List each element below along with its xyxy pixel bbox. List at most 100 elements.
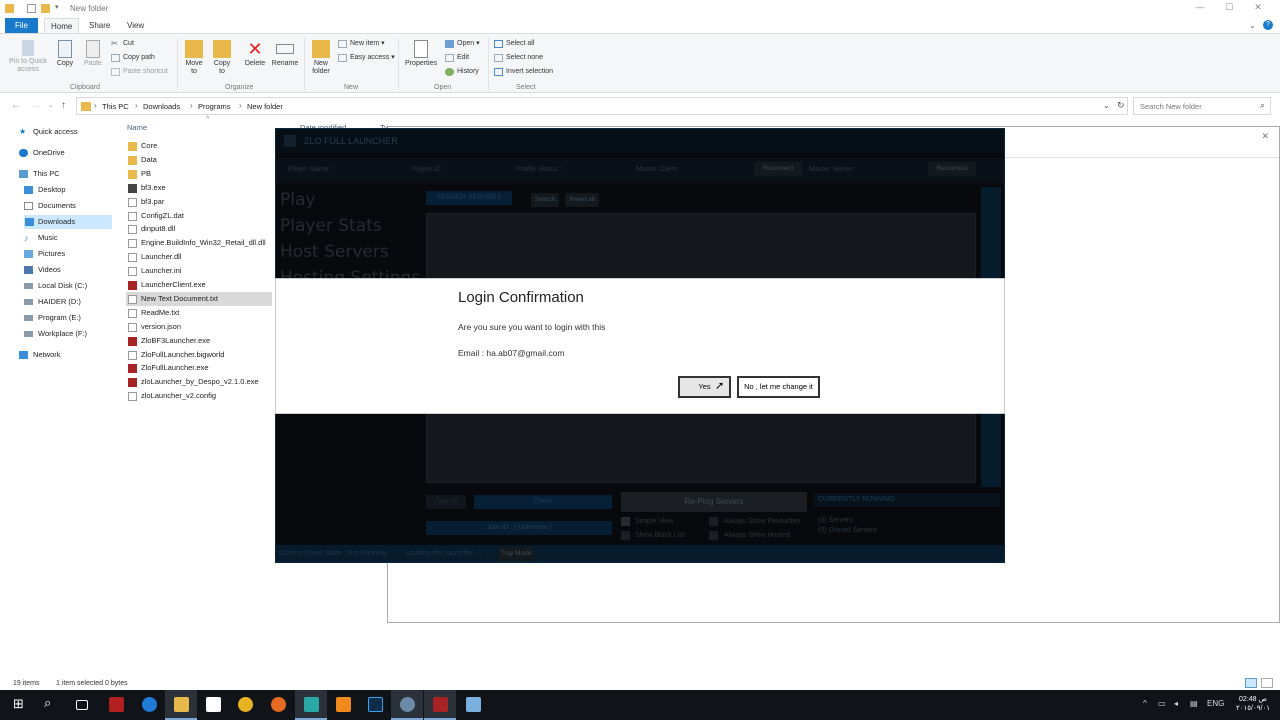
file-row[interactable]: bf3.par bbox=[126, 195, 272, 209]
easy-access-button[interactable]: Easy access ▾ bbox=[338, 52, 395, 63]
properties-button[interactable]: Properties bbox=[402, 40, 440, 68]
copy-button[interactable]: Copy bbox=[52, 40, 78, 68]
search-taskbar-button[interactable]: ⌕ bbox=[35, 690, 67, 720]
tray-overflow-icon[interactable]: ^ bbox=[1143, 699, 1147, 708]
file-row[interactable]: New Text Document.txt bbox=[126, 291, 272, 306]
select-none-button[interactable]: Select none bbox=[494, 52, 543, 63]
history-button[interactable]: History bbox=[445, 66, 479, 77]
rename-button[interactable]: Rename bbox=[270, 40, 300, 68]
nav-quick-access[interactable]: ★ Quick access bbox=[19, 125, 78, 139]
file-row[interactable]: dinput8.dll bbox=[126, 222, 272, 236]
properties-quick-icon[interactable] bbox=[27, 4, 36, 13]
file-row[interactable]: Launcher.ini bbox=[126, 264, 272, 278]
maximize-button[interactable]: ☐ bbox=[1222, 2, 1236, 14]
search-input[interactable]: Search New folder ⌕ bbox=[1133, 97, 1271, 115]
up-arrow-icon[interactable]: ↑ bbox=[61, 100, 66, 111]
back-arrow-icon[interactable]: ← bbox=[11, 100, 21, 111]
language-indicator[interactable]: ENG bbox=[1207, 699, 1224, 708]
file-row[interactable]: Core bbox=[126, 139, 272, 153]
nav-this-pc[interactable]: This PC bbox=[19, 167, 60, 181]
customize-quick-access-icon[interactable]: ▾ bbox=[55, 3, 59, 11]
open-button[interactable]: Open ▾ bbox=[445, 38, 480, 49]
paste-shortcut-button[interactable]: Paste shortcut bbox=[111, 66, 168, 77]
taskbar-filezilla[interactable] bbox=[100, 690, 132, 720]
taskbar-app[interactable] bbox=[457, 690, 489, 720]
tab-view[interactable]: View bbox=[121, 18, 150, 33]
large-icons-view-icon[interactable] bbox=[1261, 678, 1273, 688]
file-row[interactable]: version.json bbox=[126, 320, 272, 334]
delete-button[interactable]: ✕ Delete bbox=[242, 40, 268, 68]
file-row[interactable]: bf3.exe bbox=[126, 181, 272, 195]
file-row[interactable]: zloLauncher_by_Despo_v2.1.0.exe bbox=[126, 375, 272, 389]
nav-onedrive[interactable]: OneDrive bbox=[19, 146, 65, 160]
file-row[interactable]: ConfigZL.dat bbox=[126, 209, 272, 223]
file-row[interactable]: Engine.BuildInfo_Win32_Retail_dll.dll bbox=[126, 236, 272, 250]
start-button[interactable]: ⊞ bbox=[3, 690, 35, 720]
new-folder-button[interactable]: New folder bbox=[308, 40, 334, 76]
network-tray-icon[interactable]: ▭ bbox=[1158, 699, 1166, 708]
details-view-icon[interactable] bbox=[1245, 678, 1257, 688]
task-view-button[interactable] bbox=[67, 690, 99, 720]
move-to-button[interactable]: Move to bbox=[182, 40, 206, 76]
file-row[interactable]: zloLauncher_v2.config bbox=[126, 389, 272, 403]
file-row[interactable]: ZloBF3Launcher.exe bbox=[126, 334, 272, 348]
minimize-button[interactable]: — bbox=[1193, 2, 1207, 14]
nav-documents[interactable]: Documents bbox=[24, 199, 76, 213]
new-folder-quick-icon[interactable] bbox=[41, 4, 50, 13]
copy-path-button[interactable]: Copy path bbox=[111, 52, 155, 63]
tab-home[interactable]: Home bbox=[44, 18, 80, 33]
new-item-button[interactable]: New item ▾ bbox=[338, 38, 385, 49]
taskbar-notepad[interactable] bbox=[295, 690, 327, 720]
taskbar-chrome[interactable] bbox=[229, 690, 261, 720]
nav-haider-d[interactable]: HAIDER (D:) bbox=[24, 295, 81, 309]
taskbar-vlc[interactable] bbox=[327, 690, 359, 720]
forward-arrow-icon[interactable]: → bbox=[31, 100, 41, 111]
file-row[interactable]: Data bbox=[126, 153, 272, 167]
taskbar-file-explorer[interactable] bbox=[165, 690, 197, 720]
nav-program-e[interactable]: Program (E:) bbox=[24, 311, 81, 325]
action-center-icon[interactable]: ▤ bbox=[1190, 699, 1198, 708]
ribbon-collapse-icon[interactable]: ⌄ bbox=[1249, 21, 1256, 30]
file-row[interactable]: Launcher.dll bbox=[126, 250, 272, 264]
file-row[interactable]: ZloFullLauncher.exe bbox=[126, 361, 272, 375]
file-row[interactable]: ReadMe.txt bbox=[126, 306, 272, 320]
taskbar-firefox[interactable] bbox=[262, 690, 294, 720]
close-button[interactable]: ✕ bbox=[1251, 2, 1265, 14]
tab-file[interactable]: File bbox=[5, 18, 38, 33]
file-row[interactable]: LauncherClient.exe bbox=[126, 278, 272, 292]
close-icon[interactable]: ✕ bbox=[1261, 131, 1269, 142]
copy-to-button[interactable]: Copy to bbox=[210, 40, 234, 76]
nav-downloads[interactable]: Downloads bbox=[24, 215, 112, 229]
column-header-name[interactable]: Name bbox=[127, 123, 147, 132]
breadcrumb-new-folder[interactable]: New folder bbox=[247, 102, 283, 111]
tab-share[interactable]: Share bbox=[83, 18, 116, 33]
recent-locations-icon[interactable]: ⌄ bbox=[48, 101, 54, 109]
nav-local-disk-c[interactable]: Local Disk (C:) bbox=[24, 279, 87, 293]
nav-music[interactable]: ♪ Music bbox=[24, 231, 58, 245]
edit-button[interactable]: Edit bbox=[445, 52, 469, 63]
nav-videos[interactable]: Videos bbox=[24, 263, 61, 277]
nav-desktop[interactable]: Desktop bbox=[24, 183, 66, 197]
volume-icon[interactable]: ◂ bbox=[1174, 699, 1178, 708]
taskbar-photoshop[interactable] bbox=[359, 690, 391, 720]
nav-pictures[interactable]: Pictures bbox=[24, 247, 65, 261]
breadcrumb-downloads[interactable]: Downloads bbox=[143, 102, 180, 111]
address-bar[interactable]: › This PC › Downloads › Programs › New f… bbox=[76, 97, 1128, 115]
invert-selection-button[interactable]: Invert selection bbox=[494, 66, 553, 77]
taskbar-battlefield[interactable] bbox=[391, 690, 423, 720]
breadcrumb-programs[interactable]: Programs bbox=[198, 102, 231, 111]
file-row[interactable]: PB bbox=[126, 167, 272, 181]
nav-workplace-f[interactable]: Workplace (F:) bbox=[24, 327, 87, 341]
help-icon[interactable]: ? bbox=[1263, 20, 1273, 30]
paste-button[interactable]: Paste bbox=[80, 40, 106, 68]
pin-quick-access-button[interactable]: Pin to Quick access bbox=[6, 40, 50, 74]
address-dropdown-icon[interactable]: ⌄ bbox=[1103, 101, 1110, 110]
file-row[interactable]: ZloFullLauncher.bigworld bbox=[126, 348, 272, 362]
taskbar-edge[interactable] bbox=[133, 690, 165, 720]
taskbar-zlo-launcher[interactable] bbox=[424, 690, 456, 720]
no-change-button[interactable]: No , let me change it bbox=[737, 376, 820, 398]
taskbar-store[interactable] bbox=[197, 690, 229, 720]
select-all-button[interactable]: Select all bbox=[494, 38, 534, 49]
breadcrumb-this-pc[interactable]: This PC bbox=[102, 102, 129, 111]
clock[interactable]: 02:48 ص ٢٠١٥/٠٩/٠١ bbox=[1234, 695, 1272, 713]
